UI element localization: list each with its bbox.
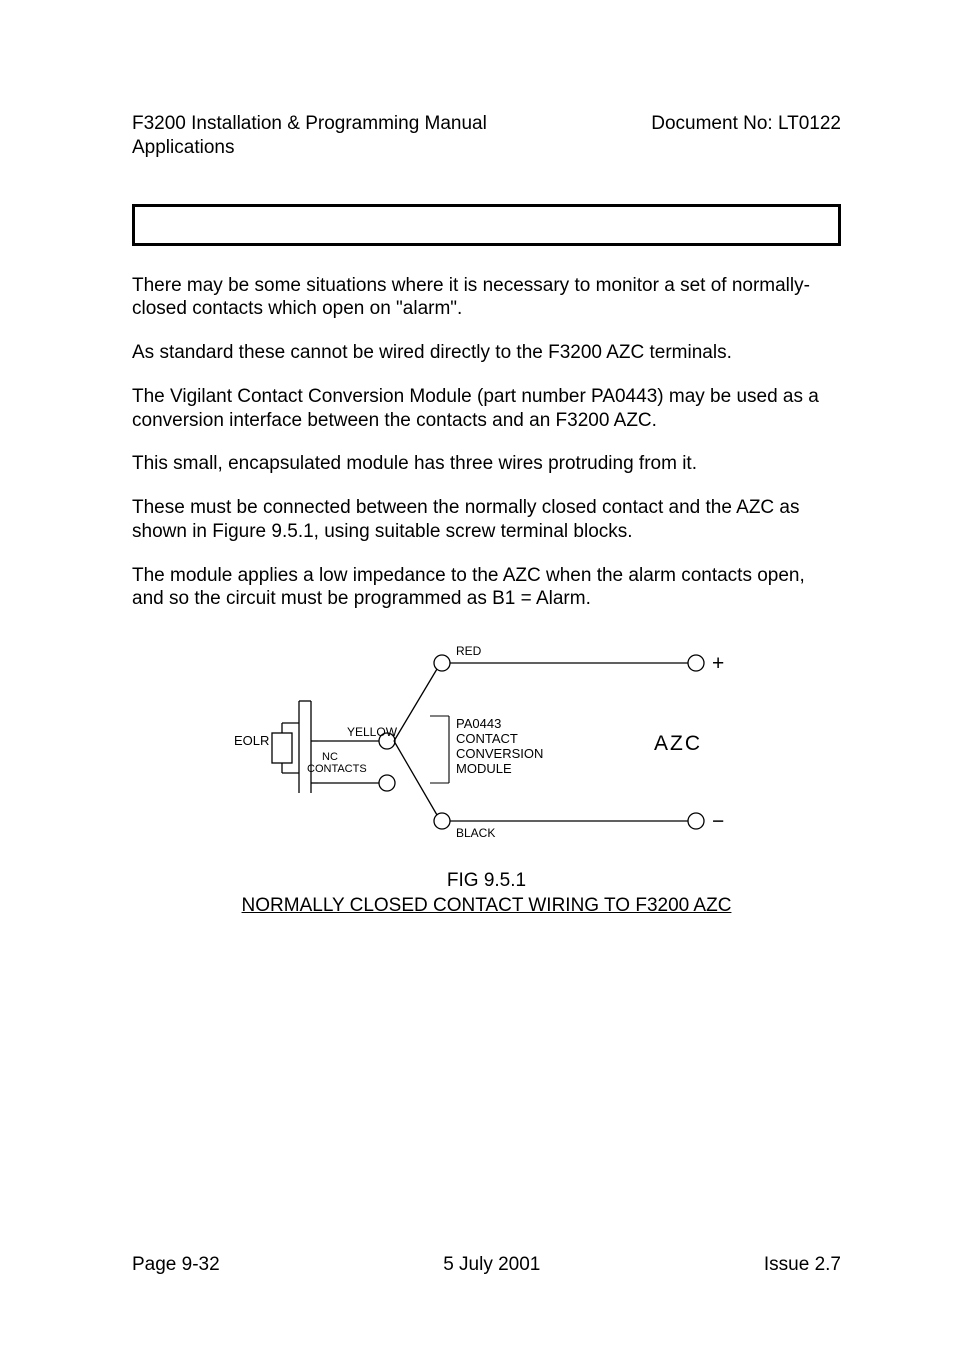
- eolr-label: EOLR: [234, 733, 269, 748]
- figure-caption: FIG 9.5.1 NORMALLY CLOSED CONTACT WIRING…: [132, 868, 841, 919]
- caption-line-1: FIG 9.5.1: [132, 868, 841, 894]
- document-number: Document No: LT0122: [651, 112, 841, 136]
- eolr-icon: [272, 733, 292, 763]
- black-label: BLACK: [456, 826, 495, 840]
- diagram-container: + − AZC RED BLACK YELLOW: [132, 633, 841, 919]
- paragraph: There may be some situations where it is…: [132, 274, 841, 322]
- nc-label-2: CONTACTS: [307, 763, 367, 775]
- junction-black-icon: [434, 813, 450, 829]
- azc-label: AZC: [654, 732, 702, 755]
- module-label-1: PA0443: [456, 716, 501, 731]
- manual-section: Applications: [132, 136, 487, 160]
- footer-date: 5 July 2001: [443, 1253, 540, 1277]
- paragraph: These must be connected between the norm…: [132, 496, 841, 544]
- junction-red-icon: [434, 655, 450, 671]
- page: F3200 Installation & Programming Manual …: [0, 0, 954, 1351]
- page-footer: Page 9-32 5 July 2001 Issue 2.7: [132, 1253, 841, 1277]
- paragraph: As standard these cannot be wired direct…: [132, 341, 841, 365]
- minus-label: −: [712, 810, 724, 833]
- footer-page: Page 9-32: [132, 1253, 220, 1277]
- caption-line-2: NORMALLY CLOSED CONTACT WIRING TO F3200 …: [132, 893, 841, 919]
- section-heading-box: [132, 204, 841, 246]
- module-side: [394, 669, 437, 741]
- red-label: RED: [456, 644, 482, 658]
- footer-issue: Issue 2.7: [764, 1253, 841, 1277]
- header-right: Document No: LT0122: [651, 112, 841, 136]
- paragraph: The Vigilant Contact Conversion Module (…: [132, 385, 841, 433]
- module-label-3: CONVERSION: [456, 746, 543, 761]
- wiring-diagram: + − AZC RED BLACK YELLOW: [204, 633, 769, 860]
- diagram-svg: + − AZC RED BLACK YELLOW: [204, 633, 769, 853]
- manual-title: F3200 Installation & Programming Manual: [132, 112, 487, 136]
- yellow-label: YELLOW: [347, 725, 398, 739]
- module-label-4: MODULE: [456, 761, 512, 776]
- header-left: F3200 Installation & Programming Manual …: [132, 112, 487, 160]
- plus-label: +: [712, 652, 724, 675]
- nc-label-1: NC: [322, 751, 338, 763]
- terminal-minus-icon: [688, 813, 704, 829]
- page-header: F3200 Installation & Programming Manual …: [132, 112, 841, 160]
- module-side: [394, 741, 437, 815]
- terminal-plus-icon: [688, 655, 704, 671]
- paragraph: This small, encapsulated module has thre…: [132, 452, 841, 476]
- paragraph: The module applies a low impedance to th…: [132, 564, 841, 612]
- module-label-2: CONTACT: [456, 731, 518, 746]
- contact-lower-circle: [379, 775, 395, 791]
